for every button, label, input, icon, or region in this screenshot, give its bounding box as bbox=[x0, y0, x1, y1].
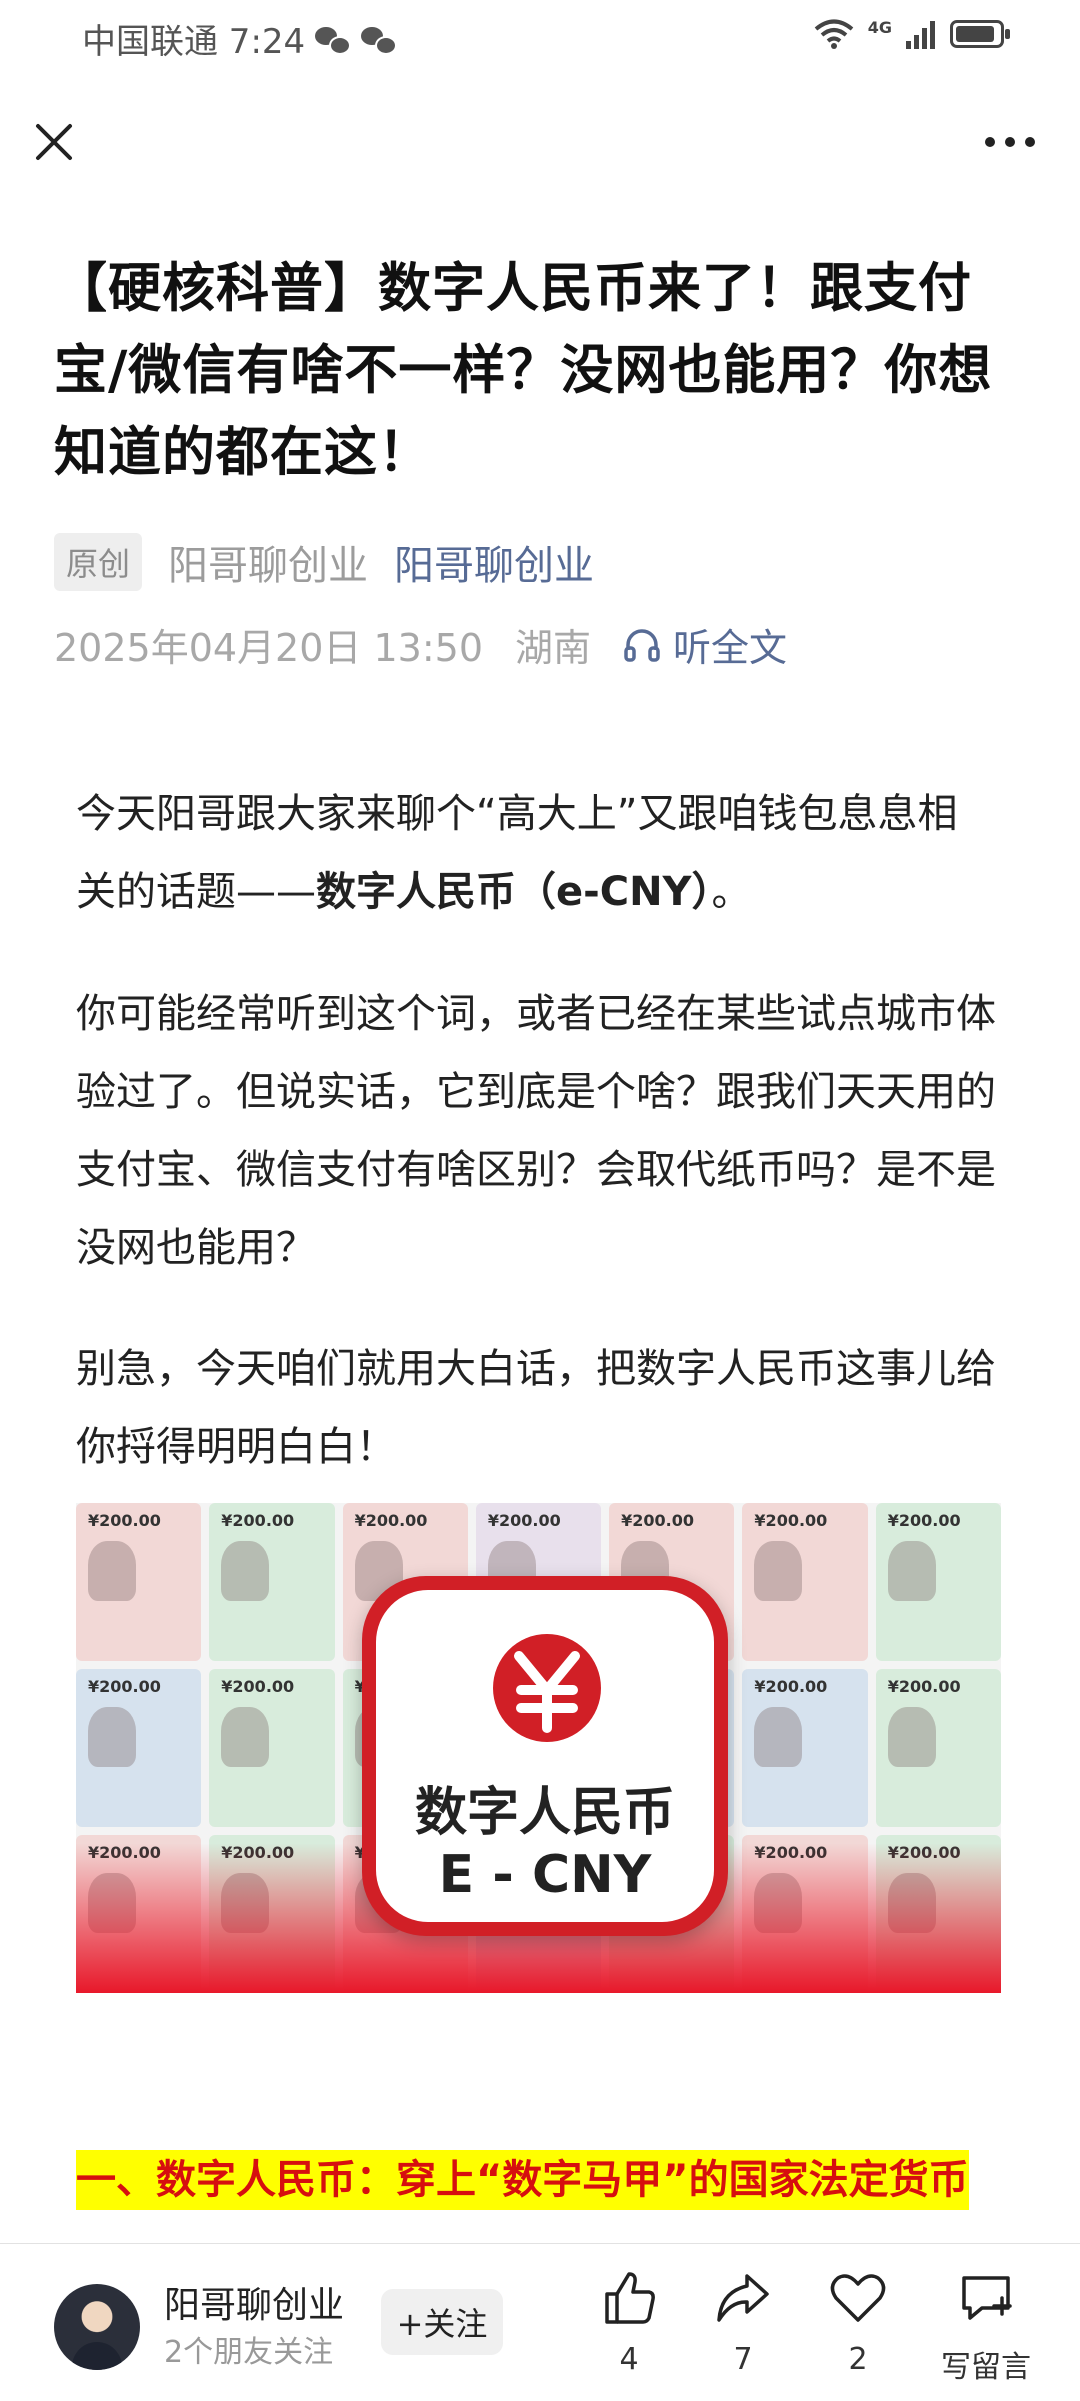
share-count: 7 bbox=[733, 2342, 753, 2377]
bold-term: 数字人民币（e-CNY） bbox=[316, 869, 712, 915]
ecny-logo-text-en: E - CNY bbox=[438, 1845, 652, 1905]
nav-bar bbox=[0, 100, 1080, 180]
favorite-count: 2 bbox=[848, 2342, 868, 2377]
paragraph-promise: 别急，今天咱们就用大白话，把数字人民币这事儿给你捋得明明白白！ bbox=[76, 1346, 996, 1470]
battery-icon bbox=[950, 20, 1010, 48]
headphones-icon bbox=[624, 628, 660, 662]
thumbs-up-icon bbox=[605, 2272, 655, 2324]
listen-label: 听全文 bbox=[673, 626, 788, 670]
article-title: 【硬核科普】数字人民币来了！跟支付宝/微信有啥不一样？没网也能用？你想知道的都在… bbox=[54, 258, 993, 483]
share-icon bbox=[717, 2274, 769, 2322]
account-link[interactable]: 阳哥聊创业 bbox=[394, 533, 594, 591]
status-left: 中国联通 7:24 bbox=[82, 14, 398, 63]
paragraph-text: 。 bbox=[711, 869, 752, 915]
status-right: 4G bbox=[814, 17, 1010, 50]
bottom-bar: 阳哥聊创业 2个朋友关注 +关注 4 7 2 写留言 bbox=[0, 2243, 1080, 2401]
section-heading: 一、数字人民币：穿上“数字马甲”的国家法定货币 bbox=[76, 2150, 969, 2210]
article-image-ecny[interactable]: ¥200.00 ¥200.00 ¥200.00 ¥200.00 ¥200.00 … bbox=[76, 1503, 1001, 1993]
close-icon[interactable] bbox=[30, 118, 78, 166]
network-type: 4G bbox=[867, 17, 892, 37]
signal-icon bbox=[906, 21, 935, 49]
heart-icon bbox=[830, 2274, 886, 2322]
publish-datetime: 2025年04月20日 13:50 bbox=[54, 626, 484, 670]
like-button[interactable]: 4 bbox=[579, 2268, 679, 2377]
follow-button[interactable]: +关注 bbox=[381, 2289, 503, 2355]
favorite-button[interactable]: 2 bbox=[808, 2268, 908, 2377]
article-meta: 原创 阳哥聊创业 阳哥聊创业 bbox=[54, 533, 594, 591]
paragraph-questions: 你可能经常听到这个词，或者已经在某些试点城市体验过了。但说实话，它到底是个啥？跟… bbox=[76, 991, 996, 1271]
yuan-symbol-icon bbox=[493, 1634, 601, 1742]
ecny-logo-text-cn: 数字人民币 bbox=[414, 1783, 675, 1843]
author-name: 阳哥聊创业 bbox=[168, 543, 369, 589]
paragraph-intro: 今天阳哥跟大家来聊个“高大上”又跟咱钱包息息相关的话题——数字人民币（e-CNY… bbox=[76, 775, 996, 931]
more-options-icon[interactable] bbox=[980, 118, 1040, 166]
share-button[interactable]: 7 bbox=[693, 2268, 793, 2377]
wifi-icon bbox=[814, 19, 854, 49]
comment-button[interactable]: 写留言 bbox=[926, 2268, 1046, 2386]
original-badge: 原创 bbox=[54, 533, 143, 591]
friends-following: 2个朋友关注 bbox=[164, 2335, 334, 2370]
account-name[interactable]: 阳哥聊创业 bbox=[164, 2276, 344, 2328]
carrier-time: 中国联通 7:24 bbox=[82, 22, 306, 62]
publish-location: 湖南 bbox=[515, 626, 592, 670]
listen-button[interactable]: 听全文 bbox=[623, 617, 787, 672]
account-avatar[interactable] bbox=[54, 2284, 140, 2370]
status-bar: 中国联通 7:24 4G bbox=[0, 0, 1080, 72]
comment-label: 写留言 bbox=[941, 2350, 1031, 2385]
ecny-logo-card: 数字人民币 E - CNY bbox=[362, 1576, 728, 1936]
article-meta-date: 2025年04月20日 13:50 湖南 听全文 bbox=[54, 617, 787, 672]
like-count: 4 bbox=[619, 2342, 639, 2377]
comment-add-icon bbox=[962, 2276, 1012, 2320]
wechat-notification-icon bbox=[361, 25, 398, 55]
wechat-notification-icon bbox=[315, 25, 352, 55]
